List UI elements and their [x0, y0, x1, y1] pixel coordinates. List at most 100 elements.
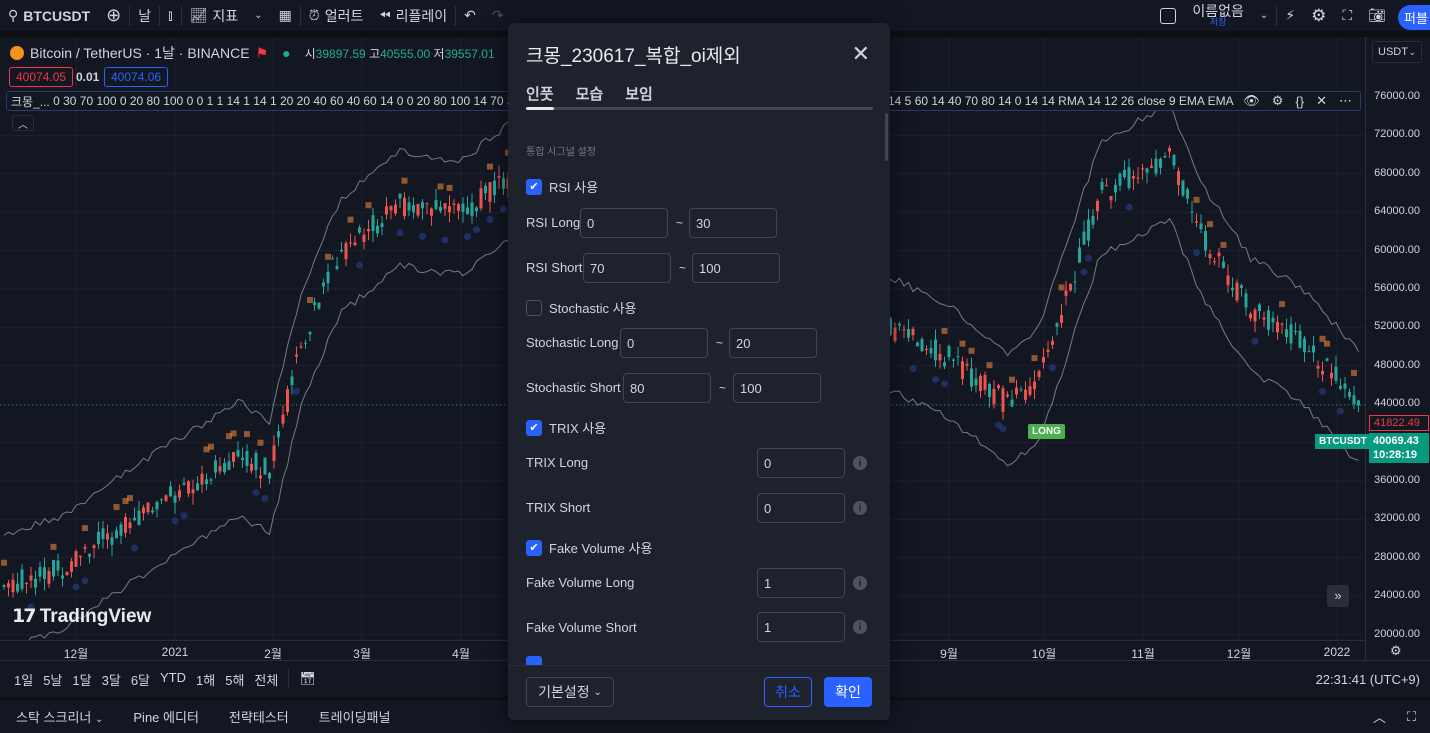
publish-button[interactable]: 퍼블 [1398, 5, 1430, 30]
signal-marker [365, 202, 372, 209]
candle-body [907, 328, 910, 338]
stochastic-long-to-input[interactable] [729, 328, 817, 358]
candle-body [452, 203, 456, 205]
range-button[interactable]: 5날 [43, 670, 62, 689]
rsi-short-from-input[interactable] [583, 253, 671, 283]
cancel-button[interactable]: 취소 [764, 677, 812, 707]
candle-body [470, 202, 474, 217]
fullscreen-button[interactable]: ⛶ [1334, 0, 1360, 33]
price-tick: 52000.00 [1374, 320, 1420, 333]
tab-pine-editor[interactable]: Pine 에디터 [133, 707, 199, 726]
indicators-dropdown[interactable]: ⌄ [246, 0, 270, 33]
settings-button[interactable]: ⚙ [1303, 0, 1334, 33]
fake-volume-long-input[interactable] [757, 568, 845, 598]
candle-body [1357, 400, 1360, 406]
time-tick: 11월 [1131, 647, 1155, 660]
range-button[interactable]: 6달 [131, 670, 150, 689]
info-icon[interactable]: i [853, 501, 867, 515]
trix-checkbox[interactable]: ✔ TRIX 사용 [526, 418, 606, 437]
stochastic-short-to-input[interactable] [733, 373, 821, 403]
scrollbar[interactable] [885, 113, 888, 161]
layout-name[interactable]: 이름없음 저장 [1184, 0, 1252, 33]
info-icon[interactable]: i [853, 576, 867, 590]
signal-marker [230, 430, 237, 437]
interval-button[interactable]: 날 [130, 0, 159, 33]
axis-settings-icon[interactable]: ⚙ [1390, 643, 1402, 659]
range-button[interactable]: 1해 [196, 670, 215, 689]
range-button[interactable]: 1달 [72, 670, 91, 689]
source-code-icon[interactable]: {} [1295, 94, 1304, 109]
rsi-short-to-input[interactable] [692, 253, 780, 283]
trix-long-input[interactable] [757, 448, 845, 478]
range-button[interactable]: 5해 [225, 670, 244, 689]
signal-dot [293, 387, 300, 395]
tab-style[interactable]: 모습 [576, 83, 604, 104]
symbol-search[interactable]: ⚲ BTCUSDT [0, 0, 98, 33]
undo-icon: ↶ [464, 7, 476, 23]
scroll-to-latest-button[interactable]: » [1327, 585, 1349, 607]
layout-dropdown[interactable]: ⌄ [1252, 0, 1276, 33]
rsi-checkbox[interactable]: ✔ RSI 사용 [526, 177, 598, 196]
gear-icon[interactable]: ⚙ [1272, 93, 1284, 109]
stochastic-long-from-input[interactable] [620, 328, 708, 358]
layouts-button[interactable]: ▦ [271, 0, 300, 33]
chart-type-button[interactable]: ⫾ [160, 0, 180, 33]
alert-button[interactable]: ⏰︎ 얼러트 [301, 0, 372, 33]
candle-body [182, 482, 186, 485]
info-icon[interactable]: i [853, 620, 867, 634]
maximize-panel-icon[interactable]: ⛶ [1407, 709, 1416, 725]
tab-visibility[interactable]: 보임 [625, 83, 653, 104]
tab-stock-screener[interactable]: 스탁 스크리너 ⌄ [16, 707, 103, 726]
tab-trading-panel[interactable]: 트레이딩패널 [319, 707, 391, 726]
clock[interactable]: 22:31:41 (UTC+9) [1316, 672, 1420, 687]
stochastic-checkbox[interactable]: Stochastic 사용 [526, 298, 637, 317]
close-icon[interactable]: ✕ [852, 41, 870, 67]
goto-date-icon[interactable]: 📅︎ [299, 671, 316, 687]
rsi-long-to-input[interactable] [689, 208, 777, 238]
candle-body [1136, 177, 1140, 179]
ok-button[interactable]: 확인 [824, 677, 872, 707]
screenshot-button[interactable]: 📷︎ [1360, 0, 1394, 33]
signal-dot [1080, 268, 1088, 276]
defaults-dropdown[interactable]: 기본설정 ⌄ [526, 677, 614, 707]
undo-button[interactable]: ↶ [456, 0, 484, 33]
range-button[interactable]: 전체 [254, 670, 278, 689]
signal-marker [82, 525, 88, 532]
candle-body [250, 463, 253, 471]
indicators-button[interactable]: 📈︎ 지표 [182, 0, 247, 33]
sell-price[interactable]: 40074.05 [9, 67, 74, 87]
rsi-long-label: RSI Long [526, 215, 581, 230]
fake-volume-checkbox[interactable]: ✔ Fake Volume 사용 [526, 538, 652, 557]
currency-select[interactable]: USDT ⌄ [1372, 41, 1422, 63]
more-icon[interactable]: ⋯ [1339, 93, 1352, 109]
tab-strategy-tester[interactable]: 전략테스터 [229, 707, 289, 726]
trix-short-input[interactable] [757, 493, 845, 523]
price-tick: 24000.00 [1374, 589, 1420, 602]
info-icon[interactable]: i [853, 456, 867, 470]
candle-body [920, 339, 924, 352]
signal-marker [347, 216, 354, 223]
collapse-legend-button[interactable]: ︿ [12, 115, 34, 131]
range-button[interactable]: YTD [160, 670, 186, 689]
candle-body [1015, 387, 1018, 395]
ohlc-values: 시39897.59 고40555.00 저39557.01 [304, 46, 495, 61]
replay-button[interactable]: ⏪︎ 리플레이 [371, 0, 455, 33]
time-tick: 3월 [353, 647, 371, 660]
range-button[interactable]: 1일 [14, 670, 33, 689]
price-axis[interactable]: USDT ⌄ 76000.00 72000.00 68000.00 64000.00 60… [1365, 37, 1430, 660]
quick-search-button[interactable]: ⚡︎ [1277, 0, 1303, 33]
fake-volume-short-input[interactable] [757, 612, 845, 642]
expand-panel-icon[interactable]: ︿ [1373, 707, 1386, 726]
flag-icon[interactable]: ⚑ [256, 45, 269, 62]
stochastic-short-from-input[interactable] [623, 373, 711, 403]
range-button[interactable]: 3달 [102, 670, 121, 689]
eye-icon[interactable]: 👁︎ [1243, 93, 1260, 109]
close-icon[interactable]: ✕ [1316, 93, 1327, 109]
buy-price[interactable]: 40074.06 [104, 67, 169, 87]
rsi-long-from-input[interactable] [580, 208, 668, 238]
compare-button[interactable]: ⊕ [98, 0, 129, 33]
tab-inputs[interactable]: 인풋 [526, 83, 554, 104]
candle-body [1001, 388, 1005, 412]
signal-dot [261, 494, 269, 502]
layout-toggle[interactable] [1152, 0, 1184, 33]
